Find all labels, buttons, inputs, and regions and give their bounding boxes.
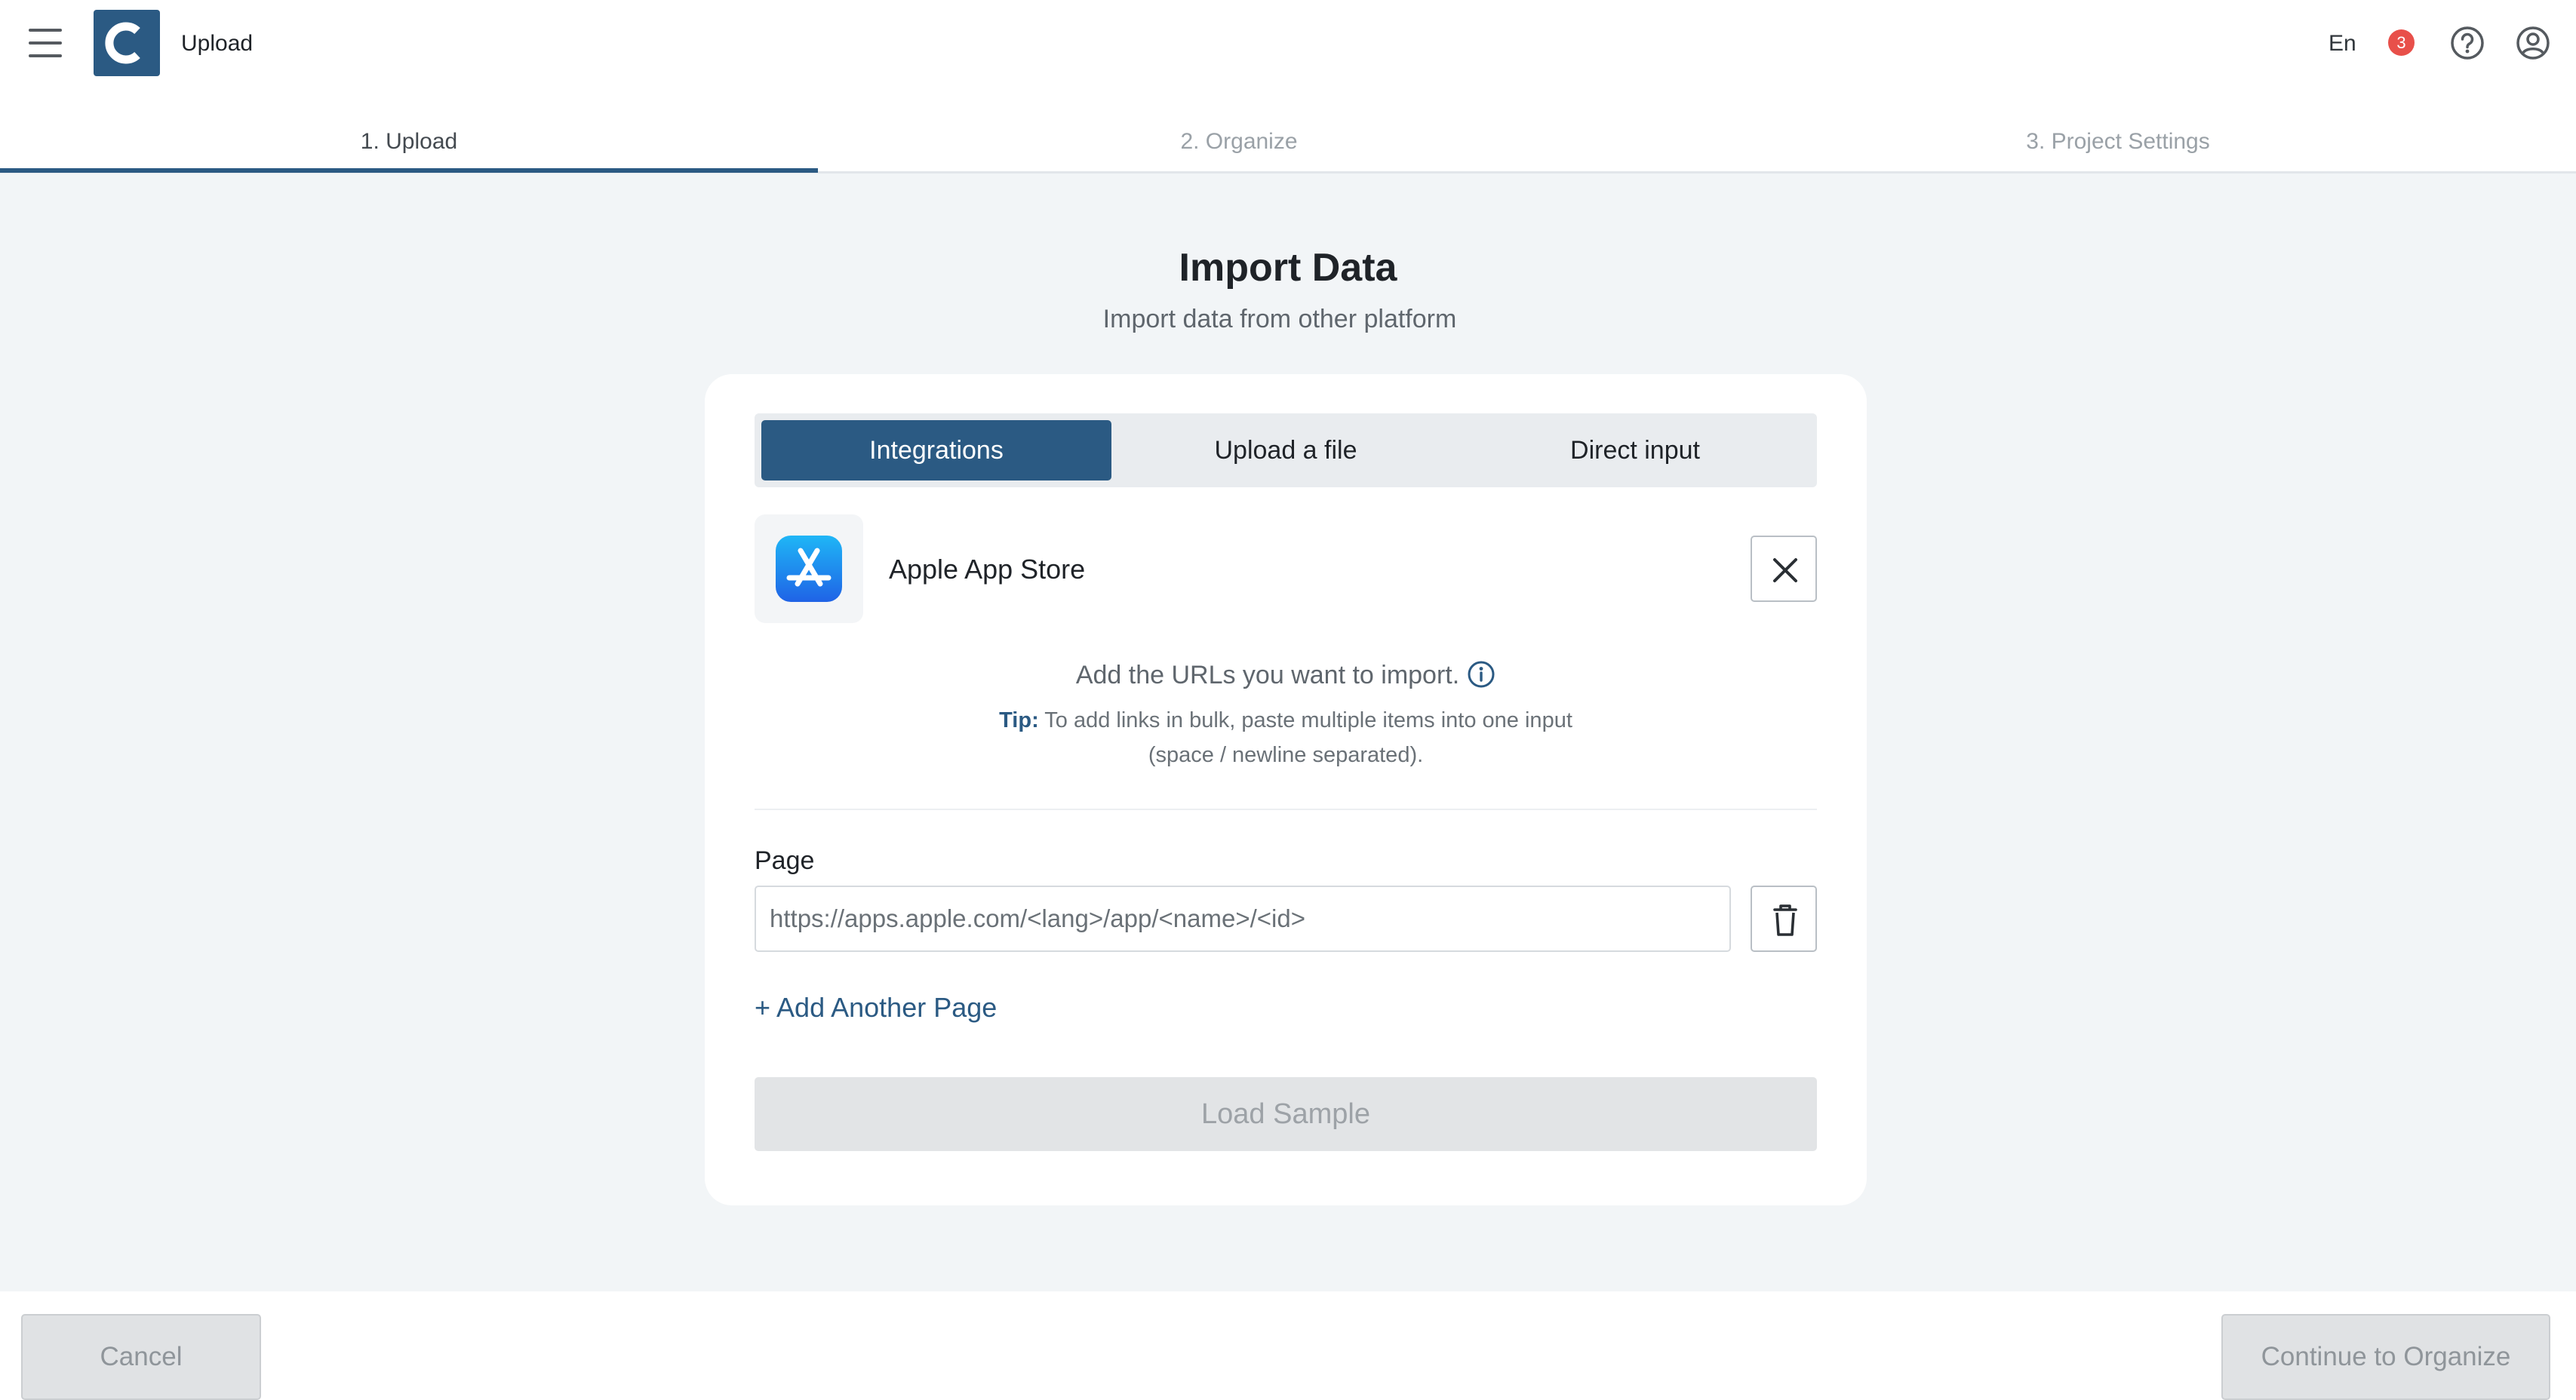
tip-label: Tip: [999, 708, 1039, 732]
logo-icon[interactable] [94, 10, 160, 76]
integration-name: Apple App Store [889, 554, 1086, 585]
add-another-page-link[interactable]: + Add Another Page [755, 991, 997, 1024]
app-title: Upload [181, 31, 254, 56]
step-organize[interactable]: 2. Organize [818, 128, 1660, 155]
step-upload[interactable]: 1. Upload [0, 128, 818, 155]
load-sample-button[interactable]: Load Sample [755, 1077, 1817, 1151]
tab-upload-file[interactable]: Upload a file [1111, 420, 1461, 480]
active-step-indicator [0, 168, 818, 173]
cancel-button[interactable]: Cancel [21, 1314, 261, 1400]
continue-to-organize-button[interactable]: Continue to Organize [2221, 1314, 2550, 1400]
top-header: Upload En 3 [0, 0, 2576, 86]
url-instruction-text: Add the URLs you want to import. [1075, 661, 1460, 689]
page-field-label: Page [755, 846, 815, 875]
progress-stepper: 1. Upload 2. Organize 3. Project Setting… [0, 113, 2576, 173]
delete-page-button[interactable] [1751, 886, 1817, 952]
import-method-tabs: Integrations Upload a file Direct input [755, 413, 1817, 487]
trash-icon [1773, 904, 1797, 936]
footer-bar: Cancel Continue to Organize [0, 1291, 2576, 1400]
import-card: Integrations Upload a file Direct input [705, 374, 1867, 1205]
page-url-input[interactable] [755, 886, 1731, 952]
close-icon [1773, 558, 1797, 582]
info-icon[interactable] [1467, 660, 1495, 689]
tip-text-line1: To add links in bulk, paste multiple ite… [1038, 708, 1572, 732]
section-divider [755, 809, 1817, 810]
tip-text-line2: (space / newline separated). [1148, 743, 1424, 767]
help-icon[interactable] [2448, 24, 2486, 62]
menu-icon[interactable] [29, 29, 62, 57]
page-subtitle: Import data from other platform [1102, 305, 1457, 333]
bulk-tip: Tip: To add links in bulk, paste multipl… [705, 703, 1867, 772]
tab-direct-input[interactable]: Direct input [1460, 420, 1810, 480]
url-instruction: Add the URLs you want to import. [705, 659, 1867, 691]
account-icon[interactable] [2514, 24, 2552, 62]
notification-badge[interactable]: 3 [2388, 29, 2415, 56]
app-store-icon [755, 514, 863, 623]
language-selector[interactable]: En [2329, 30, 2356, 57]
tab-integrations[interactable]: Integrations [761, 420, 1111, 480]
main-content: Import Data Import data from other platf… [0, 173, 2576, 1291]
remove-integration-button[interactable] [1751, 536, 1817, 602]
page-title: Import Data [1179, 246, 1397, 290]
step-project-settings[interactable]: 3. Project Settings [1660, 128, 2576, 155]
selected-integration: Apple App Store [755, 514, 1817, 623]
